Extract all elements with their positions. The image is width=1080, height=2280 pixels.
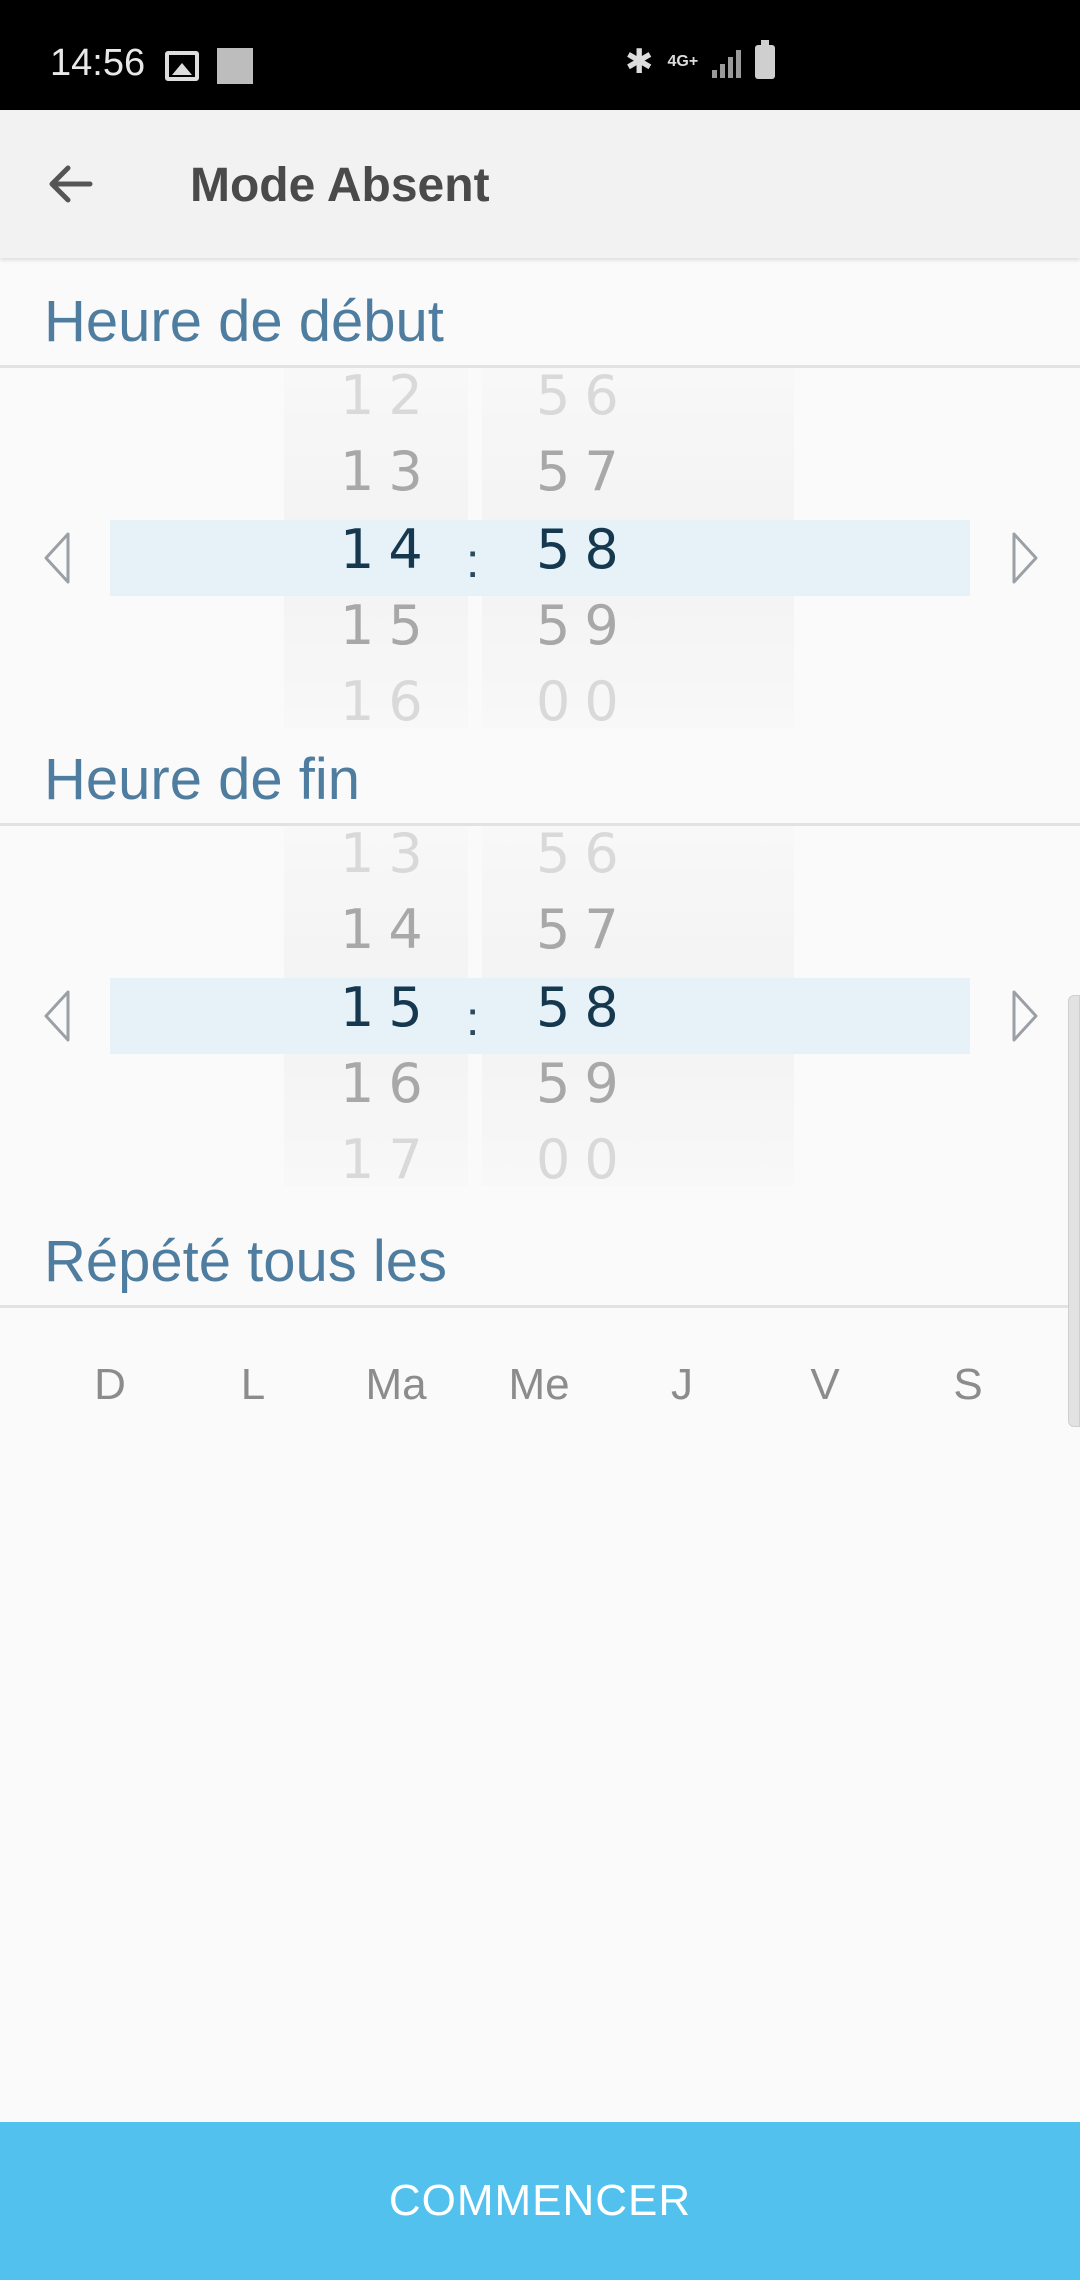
- hour-option[interactable]: 15: [340, 594, 437, 657]
- time-separator: :: [466, 535, 480, 588]
- next-arrow-icon[interactable]: [1004, 528, 1044, 588]
- repeat-divider: [0, 1305, 1080, 1308]
- arrow-left-icon: [49, 165, 93, 203]
- hour-option[interactable]: 13: [340, 822, 437, 885]
- status-right-icons: ✱ 4G+: [625, 40, 776, 81]
- minute-option[interactable]: 00: [536, 1128, 633, 1191]
- start-time-title: Heure de début: [44, 289, 444, 354]
- day-sunday[interactable]: D: [40, 1360, 180, 1410]
- end-time-picker[interactable]: 13 14 15 16 17 : 56 57 58 59 00: [0, 822, 1080, 1191]
- status-time: 14:56: [50, 42, 146, 84]
- day-saturday[interactable]: S: [898, 1360, 1038, 1410]
- image-icon: [165, 51, 199, 81]
- back-button[interactable]: [30, 144, 110, 224]
- day-friday[interactable]: V: [755, 1360, 895, 1410]
- next-arrow-icon[interactable]: [1004, 986, 1044, 1046]
- hour-selected[interactable]: 14: [340, 518, 437, 581]
- start-time-picker[interactable]: 12 13 14 15 16 : 56 57 58 59 00: [0, 364, 1080, 733]
- signal-icon: [712, 46, 742, 78]
- minute-selected[interactable]: 58: [536, 518, 633, 581]
- previous-arrow-icon[interactable]: [38, 986, 78, 1046]
- end-time-title: Heure de fin: [44, 747, 360, 812]
- minute-option[interactable]: 56: [536, 364, 633, 427]
- repeat-title: Répété tous les: [44, 1229, 448, 1294]
- minute-option[interactable]: 56: [536, 822, 633, 885]
- app-bar: Mode Absent: [0, 110, 1080, 258]
- minute-option[interactable]: 57: [536, 898, 633, 961]
- page-title: Mode Absent: [190, 159, 490, 212]
- start-button-label: COMMENCER: [388, 2176, 692, 2225]
- day-wednesday[interactable]: Me: [469, 1360, 609, 1410]
- minute-option[interactable]: 57: [536, 440, 633, 503]
- hour-option[interactable]: 12: [340, 364, 437, 427]
- scrollbar[interactable]: [1068, 995, 1080, 1427]
- hour-option[interactable]: 16: [340, 1052, 437, 1115]
- previous-arrow-icon[interactable]: [38, 528, 78, 588]
- day-monday[interactable]: L: [183, 1360, 323, 1410]
- bluetooth-icon: ✱: [625, 43, 654, 81]
- network-icon: 4G+: [667, 53, 699, 70]
- hour-option[interactable]: 14: [340, 898, 437, 961]
- battery-icon: [755, 40, 776, 79]
- start-button[interactable]: COMMENCER: [0, 2122, 1080, 2280]
- status-left-icons: [165, 48, 253, 84]
- hour-option[interactable]: 16: [340, 670, 437, 733]
- day-tuesday[interactable]: Ma: [326, 1360, 466, 1410]
- day-thursday[interactable]: J: [612, 1360, 752, 1410]
- weekday-selector: D L Ma Me J V S: [0, 1360, 1080, 1420]
- minute-option[interactable]: 00: [536, 670, 633, 733]
- hour-option[interactable]: 13: [340, 440, 437, 503]
- square-notification-icon: [217, 48, 253, 84]
- minute-selected[interactable]: 58: [536, 976, 633, 1039]
- status-bar: 14:56 ✱ 4G+: [0, 0, 1080, 110]
- hour-selected[interactable]: 15: [340, 976, 437, 1039]
- minute-option[interactable]: 59: [536, 1052, 633, 1115]
- hour-option[interactable]: 17: [340, 1128, 437, 1191]
- time-separator: :: [466, 993, 480, 1046]
- minute-option[interactable]: 59: [536, 594, 633, 657]
